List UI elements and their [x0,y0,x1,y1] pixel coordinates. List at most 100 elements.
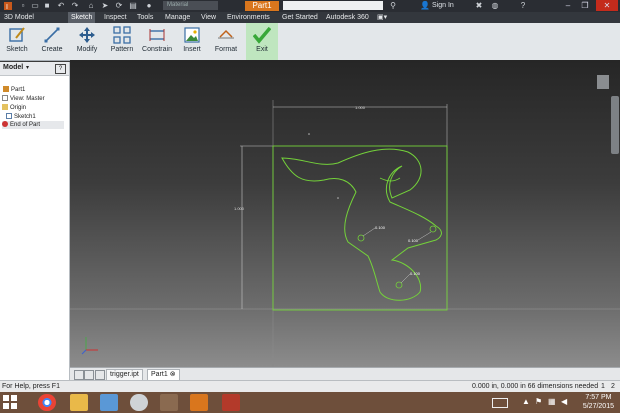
constrain-icon [149,29,165,41]
pattern-button[interactable]: Pattern [108,23,136,60]
document-title: Part1 [245,1,279,11]
sketch-icon [9,27,25,42]
tray-arrow-icon[interactable]: ▲ [522,397,530,406]
tab-sketch[interactable]: Sketch [68,12,96,23]
insert-button[interactable]: Insert [178,23,206,60]
tree-item-origin[interactable]: Origin [2,104,26,112]
navigation-bar[interactable] [611,96,619,154]
user-icon[interactable]: 👤 [420,1,430,11]
exit-sketch-button[interactable]: Exit [246,23,278,60]
dimension-left-label[interactable]: 1.000 [234,206,244,211]
undo-icon[interactable]: ↶ [56,1,66,11]
move-icon [79,27,95,43]
tree-item-sketch1[interactable]: Sketch1 [6,113,36,121]
select-icon[interactable]: ➤ [100,1,110,11]
sketch-node-icon [6,113,12,120]
new-icon[interactable]: ▫ [18,1,28,11]
file-explorer-icon[interactable] [70,394,88,411]
sketch-button[interactable]: Sketch [3,23,31,60]
cascade-icon[interactable] [84,370,94,380]
volume-icon[interactable]: ◀ [561,397,567,406]
help-icon[interactable]: ? [518,1,528,11]
revit-taskbar-icon[interactable] [222,394,240,411]
update-icon[interactable]: ⟳ [114,1,124,11]
tab-overflow-icon[interactable]: ▣▾ [377,12,387,23]
app-icon-3[interactable] [160,394,178,411]
sign-in-link[interactable]: Sign In [432,0,454,12]
inventor-logo-icon[interactable]: I [3,1,13,11]
tile-icon[interactable] [74,370,84,380]
tab-3d-model[interactable]: 3D Model [4,12,34,23]
inventor-taskbar-icon[interactable] [190,394,208,411]
exchange-apps-icon[interactable]: ✖ [474,1,484,11]
tab-manage[interactable]: Manage [165,12,190,23]
browser-dropdown-icon[interactable]: ▾ [26,64,29,71]
insert-label: Insert [183,46,201,53]
hole-3-label[interactable]: 0.100 [410,271,420,276]
folder-icon [2,104,8,111]
image-icon [184,27,200,43]
constrain-button[interactable]: Constrain [141,23,173,60]
viewcube-icon[interactable] [597,75,609,89]
search-input[interactable] [283,1,383,10]
exit-label: Exit [256,46,268,53]
clock-date: 5/27/2015 [582,403,614,410]
leader-3 [400,273,411,284]
save-icon[interactable]: ■ [42,1,52,11]
format-button[interactable]: Format [211,23,241,60]
list-icon[interactable] [95,370,105,380]
redo-icon[interactable]: ↷ [70,1,80,11]
windows-start-icon[interactable] [3,395,17,409]
end-of-part-icon [2,121,8,128]
graphics-canvas[interactable]: 1.000 1.000 0.100 0.100 0.100 [70,60,620,367]
home-icon[interactable]: ⌂ [86,1,96,11]
format-icon [218,29,234,39]
appearance-icon[interactable]: ● [144,1,154,11]
pattern-label: Pattern [110,46,134,53]
format-label: Format [214,46,238,53]
constrain-label: Constrain [142,46,172,53]
minimize-button[interactable]: – [560,0,576,11]
expand-icon[interactable] [2,95,8,102]
tab-inspect[interactable]: Inspect [104,12,127,23]
close-tab-icon[interactable]: ⊗ [170,371,176,378]
tree-item-view-master[interactable]: View: Master [2,95,45,103]
hole-1-label[interactable]: 0.100 [375,225,385,230]
browser-menu-icon[interactable]: ? [55,64,66,74]
network-icon[interactable]: ▦ [548,397,556,406]
dimension-top-label[interactable]: 1.000 [355,105,365,110]
flag-icon[interactable]: ⚑ [535,397,542,406]
tab-tools[interactable]: Tools [137,12,153,23]
maximize-button[interactable]: ❐ [577,0,593,11]
hole-2-label[interactable]: 0.100 [408,238,418,243]
create-button[interactable]: Create [38,23,66,60]
sketch-point [337,197,339,199]
keyboard-icon[interactable] [492,398,508,408]
tree-item-part1[interactable]: Part1 [3,86,25,94]
check-icon [253,26,271,44]
pattern-icon [113,26,131,44]
tab-autodesk-360[interactable]: Autodesk 360 [326,12,369,23]
trigger-profile [281,148,442,301]
material-dropdown[interactable]: Material [163,1,218,10]
open-icon[interactable]: ▭ [30,1,40,11]
leader-2 [417,231,432,241]
modify-button[interactable]: Modify [72,23,102,60]
close-button[interactable]: ✕ [596,0,618,11]
app-icon-1[interactable] [100,394,118,411]
tab-environments[interactable]: Environments [227,12,270,23]
tab-view[interactable]: View [201,12,216,23]
part-icon [3,86,9,93]
app-icon-2[interactable] [130,394,148,411]
triad-z [81,349,87,355]
modify-label: Modify [76,46,98,53]
chrome-icon[interactable] [38,394,56,411]
tree-item-end-of-part[interactable]: End of Part [2,121,64,129]
system-clock[interactable]: 7:57 PM 5/27/2015 [583,393,614,411]
windows-taskbar: ▲ ⚑ ▦ ◀ 7:57 PM 5/27/2015 [0,392,620,413]
document-tabs: trigger.ipt Part1 ⊗ [70,367,620,381]
properties-icon[interactable]: ▤ [128,1,138,11]
sync-icon[interactable]: ◍ [490,1,500,11]
tab-get-started[interactable]: Get Started [282,12,318,23]
binoculars-icon[interactable]: ⚲ [388,1,398,11]
